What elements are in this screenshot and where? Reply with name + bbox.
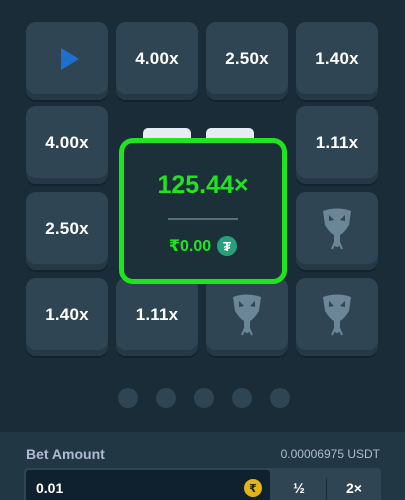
game-board: 4.00x 2.50x 1.40x 4.00x 1.11x 2.50x 1.40… [0,0,405,380]
tile-multiplier-label: 1.40x [45,305,89,324]
tile-snake[interactable] [296,192,378,270]
bet-amount-label: Bet Amount [26,446,105,462]
pagination-dot[interactable] [156,388,176,408]
rupee-coin-icon: ₹ [244,479,262,497]
tile-multiplier-label: 1.40x [315,49,359,68]
result-payout-row: ₹0.00 ₮ [168,236,238,256]
double-bet-button[interactable]: 2× [327,468,381,500]
play-icon [61,48,79,70]
pagination-dot[interactable] [118,388,138,408]
tile-multiplier-label: 2.50x [45,219,89,238]
tile-multiplier-label: 4.00x [45,133,89,152]
pagination-dot[interactable] [194,388,214,408]
tile-multiplier[interactable]: 1.40x [26,278,108,356]
tile-start[interactable] [26,22,108,100]
tile-multiplier-label: 4.00x [135,49,179,68]
half-bet-button[interactable]: ½ [272,468,326,500]
tile-multiplier[interactable]: 4.00x [26,106,108,184]
result-card: 125.44× ₹0.00 ₮ [119,138,287,284]
snake-icon [323,294,351,336]
pagination-dots [118,388,290,408]
tile-multiplier-label: 1.11x [315,133,359,152]
tile-multiplier[interactable]: 1.11x [116,278,198,356]
pagination-dot[interactable] [232,388,252,408]
tile-multiplier[interactable]: 1.40x [296,22,378,100]
tile-multiplier[interactable]: 2.50x [26,192,108,270]
snake-icon [233,294,261,336]
pagination-dot[interactable] [270,388,290,408]
result-divider [168,218,238,220]
bet-amount-value: 0.01 [36,480,64,496]
tile-multiplier[interactable]: 2.50x [206,22,288,100]
result-payout: ₹0.00 [168,238,212,255]
tile-multiplier-label: 2.50x [225,49,269,68]
tile-snake[interactable] [206,278,288,356]
snake-icon [323,208,351,250]
bet-input-group: 0.01 ₹ ½ 2× [24,468,381,500]
bet-amount-input[interactable]: 0.01 ₹ [26,470,270,500]
tether-icon: ₮ [217,236,238,256]
tile-multiplier-label: 1.11x [135,305,179,324]
tile-multiplier[interactable]: 4.00x [116,22,198,100]
tile-snake[interactable] [296,278,378,356]
result-multiplier: 125.44× [157,171,249,199]
bet-usdt-value: 0.00006975 USDT [280,447,380,461]
tile-multiplier[interactable]: 1.11x [296,106,378,184]
